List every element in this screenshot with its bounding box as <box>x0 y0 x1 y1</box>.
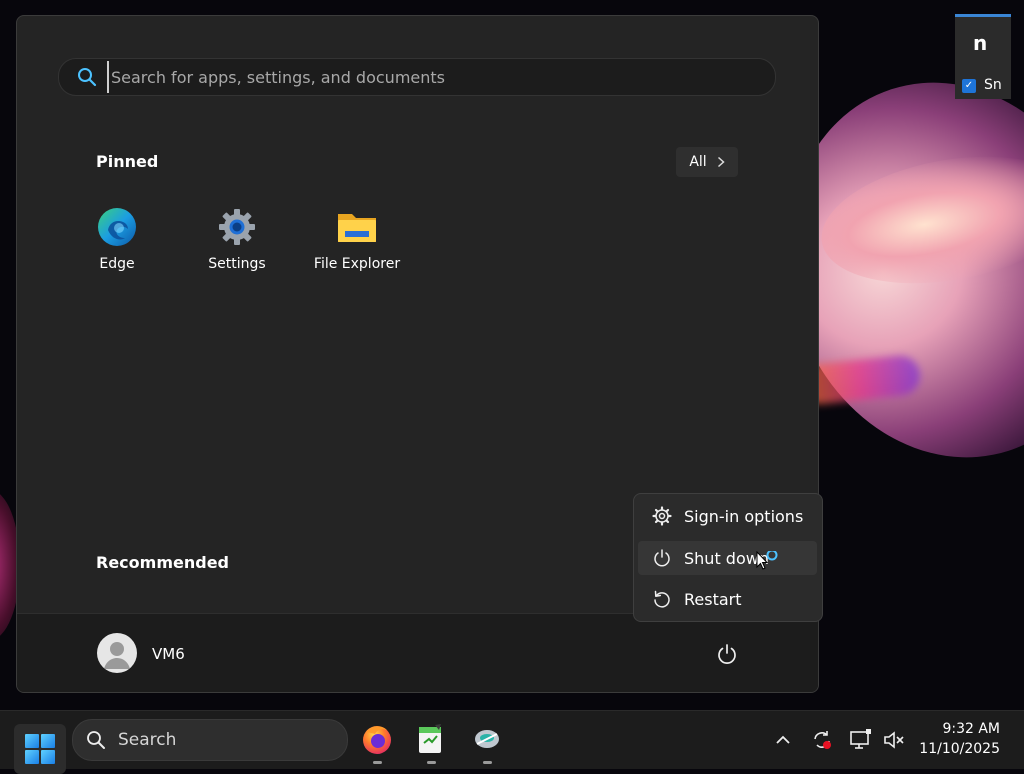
taskbar-app-notepad[interactable] <box>414 722 448 764</box>
taskbar-search-label: Search <box>118 730 177 750</box>
menu-item-label: Sign-in options <box>684 506 804 526</box>
network-icon <box>850 729 871 749</box>
sync-status-button[interactable] <box>809 727 835 753</box>
pinned-app-label: Edge <box>99 256 135 272</box>
pinned-app-label: File Explorer <box>313 256 401 272</box>
pinned-app-file-explorer[interactable]: File Explorer <box>302 206 412 286</box>
all-apps-button[interactable]: All <box>676 147 738 177</box>
checkbox-label: Sn <box>984 77 1002 93</box>
volume-button[interactable] <box>881 727 907 753</box>
user-name[interactable]: VM6 <box>152 645 185 663</box>
running-indicator <box>427 761 436 764</box>
start-button[interactable] <box>14 724 66 774</box>
settings-gear-icon <box>216 206 258 248</box>
clock-time: 9:32 AM <box>942 721 1000 737</box>
window-title-fragment: n <box>973 31 988 55</box>
user-icon <box>104 642 130 669</box>
all-apps-label: All <box>689 154 707 170</box>
sync-icon <box>814 731 831 749</box>
clock-date: 11/10/2025 <box>919 741 1000 757</box>
taskbar-app-firefox[interactable] <box>360 722 394 764</box>
gear-icon <box>652 506 672 526</box>
power-icon <box>718 644 736 664</box>
pinned-app-edge[interactable]: Edge <box>62 206 172 286</box>
recommended-section-title: Recommended <box>96 553 229 572</box>
chevron-right-icon <box>717 156 725 168</box>
power-button[interactable] <box>713 640 741 668</box>
restart-item[interactable]: Restart <box>638 582 817 616</box>
shut-down-item[interactable]: Shut down <box>638 541 817 575</box>
running-indicator <box>483 761 492 764</box>
search-icon <box>78 68 97 87</box>
sign-in-options-item[interactable]: Sign-in options <box>638 499 817 533</box>
checkbox[interactable]: ✓ <box>962 79 976 93</box>
start-search-input[interactable] <box>107 61 753 93</box>
notepad-icon <box>419 724 441 753</box>
power-icon <box>654 549 670 567</box>
taskbar-search-box[interactable]: Search <box>72 719 348 761</box>
pinned-section-title: Pinned <box>96 152 159 171</box>
folder-icon <box>336 206 378 248</box>
chevron-up-icon <box>776 735 790 744</box>
search-icon <box>87 731 105 749</box>
taskbar-app-other[interactable] <box>470 722 504 764</box>
taskbar: Search 9:32 AM 11/10/2025 <box>0 710 1024 774</box>
network-button[interactable] <box>848 727 874 753</box>
start-menu-footer: VM6 <box>17 613 818 692</box>
running-indicator <box>373 761 382 764</box>
firefox-icon <box>363 726 391 754</box>
taskbar-clock[interactable]: 9:32 AM 11/10/2025 <box>919 719 1000 759</box>
pinned-app-settings[interactable]: Settings <box>182 206 292 286</box>
power-options-menu: Sign-in options Shut down Restart <box>633 493 823 622</box>
background-window-fragment[interactable]: n ✓ Sn <box>955 14 1011 99</box>
pinned-app-label: Settings <box>208 256 266 272</box>
start-search-box[interactable] <box>58 58 776 96</box>
edge-icon <box>96 206 138 248</box>
volume-muted-icon <box>884 731 904 749</box>
user-avatar[interactable] <box>97 633 137 673</box>
restart-icon <box>654 590 670 608</box>
windows-logo-icon <box>25 734 55 764</box>
menu-item-label: Restart <box>684 589 742 609</box>
app-icon <box>475 730 499 748</box>
show-hidden-icons-button[interactable] <box>770 727 796 753</box>
mouse-cursor-icon <box>756 551 778 570</box>
